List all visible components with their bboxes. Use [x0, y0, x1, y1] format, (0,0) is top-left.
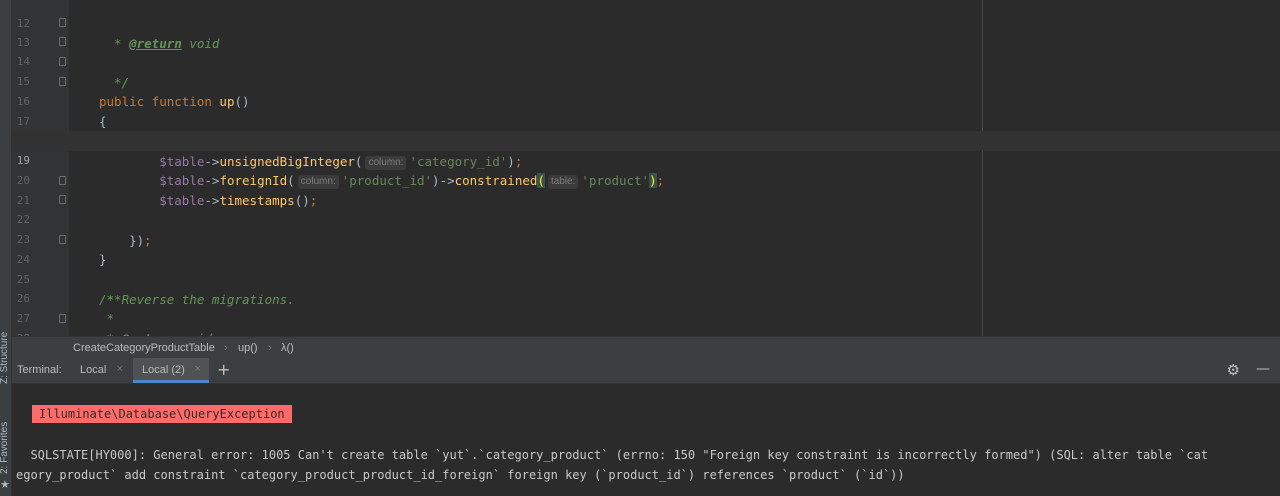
- breadcrumb-separator-icon: ›: [224, 342, 228, 354]
- breadcrumb-method[interactable]: up(): [238, 342, 258, 354]
- fold-icon[interactable]: [59, 176, 66, 185]
- tab-label: Local (2): [142, 364, 185, 376]
- fold-icon[interactable]: [59, 314, 66, 323]
- fold-icon[interactable]: [59, 18, 66, 27]
- code-text: * @return void: [99, 329, 212, 336]
- fold-icon[interactable]: [59, 77, 66, 86]
- code-line: 22 }: [12, 190, 1280, 267]
- error-message: SQLSTATE[HY000]: General error: 1005 Can…: [16, 445, 1266, 485]
- code-line: 17 $table->id();: [12, 92, 1280, 149]
- code-line: 25 * Reverse the migrations.: [12, 250, 1280, 307]
- code-line: 18 $table->unsignedBigInteger(column:'ca…: [12, 112, 1280, 170]
- code-line-active: 19 $table->foreignId(column:'product_id'…: [12, 131, 1280, 189]
- left-tool-strip: Z: Structure 2: Favorites ★: [0, 0, 12, 496]
- breadcrumb-separator-icon: ›: [268, 342, 272, 354]
- breadcrumb: CreateCategoryProductTable › up() › λ(): [12, 336, 1280, 359]
- code-line: 16 Schema::create(table:'category_produc…: [12, 72, 1280, 150]
- error-line: SQLSTATE[HY000]: General error: 1005 Can…: [16, 448, 1209, 462]
- fold-icon[interactable]: [59, 37, 66, 46]
- terminal-label: Terminal:: [17, 364, 62, 376]
- fold-icon[interactable]: [59, 195, 66, 204]
- terminal-header: Terminal: Local × Local (2) × + ⚙ —: [12, 358, 1280, 384]
- code-line: 23: [12, 210, 1280, 246]
- line-number: 28: [12, 329, 30, 336]
- fold-icon[interactable]: [59, 57, 66, 66]
- code-line: 13 */: [12, 13, 1280, 90]
- code-line: 26 *: [12, 269, 1280, 326]
- close-icon[interactable]: ×: [195, 363, 201, 375]
- star-icon: ★: [0, 478, 10, 491]
- terminal-tab-local[interactable]: Local ×: [71, 358, 131, 383]
- structure-side-tab[interactable]: Z: Structure: [0, 332, 10, 384]
- code-line: 20 $table->timestamps();: [12, 151, 1280, 208]
- code-line: 15 {: [12, 52, 1280, 129]
- exception-badge: Illuminate\Database\QueryException: [32, 405, 292, 423]
- code-line: 14 public function up(): [12, 32, 1280, 109]
- close-icon[interactable]: ×: [117, 363, 123, 375]
- code-line: 28 */: [12, 309, 1280, 336]
- error-line: egory_product` add constraint `category_…: [16, 468, 905, 482]
- code-line: 24 /**: [12, 230, 1280, 307]
- breadcrumb-closure[interactable]: λ(): [281, 342, 294, 354]
- gear-icon[interactable]: ⚙: [1227, 361, 1240, 379]
- fold-icon[interactable]: [59, 235, 66, 244]
- code-line: 12 * @return void: [12, 0, 1280, 51]
- minus-icon[interactable]: —: [1256, 361, 1270, 377]
- favorites-side-tab[interactable]: 2: Favorites: [0, 422, 10, 474]
- terminal-output[interactable]: Illuminate\Database\QueryException SQLST…: [12, 384, 1280, 496]
- code-line: 21 });: [12, 171, 1280, 248]
- code-editor[interactable]: 12 * @return void 13 */ 14 public functi…: [12, 0, 1280, 336]
- tab-label: Local: [80, 364, 107, 376]
- code-line: 27 * @return void: [12, 289, 1280, 336]
- breadcrumb-class[interactable]: CreateCategoryProductTable: [73, 342, 215, 354]
- add-terminal-icon[interactable]: +: [217, 360, 230, 379]
- terminal-tab-local-2[interactable]: Local (2) ×: [133, 358, 209, 383]
